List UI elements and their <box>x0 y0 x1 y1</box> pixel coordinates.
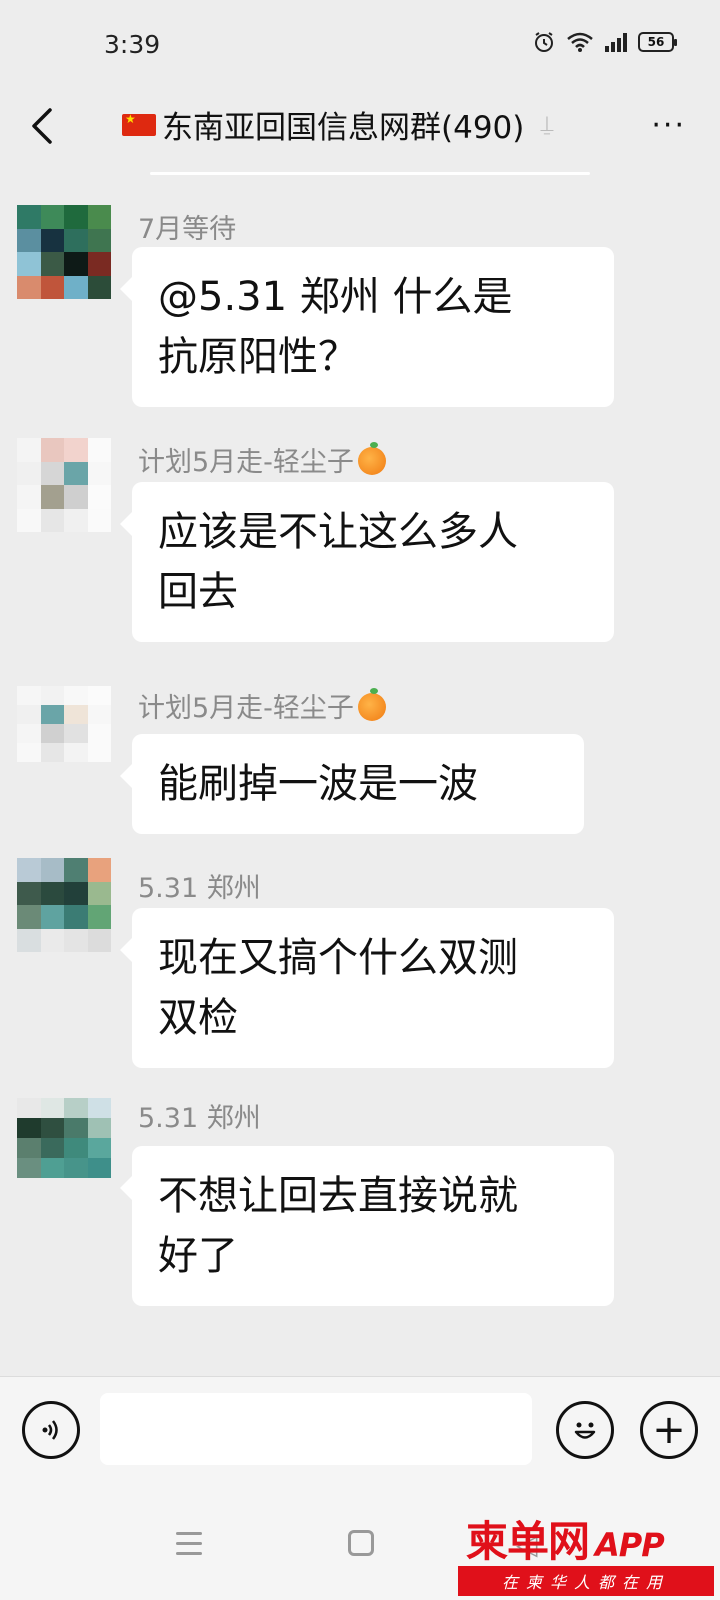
message-bubble[interactable]: 应该是不让这么多人 回去 <box>120 482 614 642</box>
plus-button[interactable]: + <box>640 1401 698 1459</box>
avatar[interactable] <box>17 686 111 762</box>
sender-name: 计划5月走-轻尘子 <box>138 440 386 479</box>
message-input[interactable] <box>100 1393 532 1465</box>
avatar[interactable] <box>17 1098 111 1178</box>
message-bubble[interactable]: 不想让回去直接说就 好了 <box>120 1146 614 1306</box>
chat-header: 东南亚回国信息网群(490) ⍊ ··· <box>0 90 720 176</box>
chat-title-text: 东南亚回国信息网群(490) <box>162 110 525 146</box>
emoji-button[interactable] <box>556 1401 614 1459</box>
wifi-icon <box>567 32 593 52</box>
more-button[interactable]: ··· <box>651 108 686 143</box>
watermark-slogan: 在柬华人都在用 <box>458 1566 714 1596</box>
message-line: 应该是不让这么多人 <box>158 509 518 555</box>
watermark-app: APP <box>595 1526 665 1564</box>
back-arrow-icon <box>32 108 52 144</box>
message-line: 能刷掉一波是一波 <box>158 761 478 807</box>
avatar[interactable] <box>17 205 111 299</box>
flag-icon <box>122 112 156 136</box>
orange-icon <box>357 442 386 475</box>
message-line: @5.31 郑州 什么是 <box>158 274 513 320</box>
message-bubble[interactable]: 能刷掉一波是一波 <box>120 734 584 834</box>
back-button[interactable] <box>24 102 64 150</box>
voice-button[interactable] <box>22 1401 80 1459</box>
message-line: 不想让回去直接说就 <box>158 1173 518 1219</box>
battery-indicator: 56 <box>638 32 677 52</box>
message-line: 回去 <box>158 569 238 615</box>
message-line: 好了 <box>158 1233 238 1279</box>
alarm-icon <box>535 32 553 52</box>
avatar[interactable] <box>17 858 111 952</box>
sender-name: 5.31 郑州 <box>138 873 261 904</box>
watermark-main-text: 柬单网 <box>466 1517 590 1566</box>
sender-name: 7月等待 <box>138 214 237 245</box>
sender-name-text: 计划5月走-轻尘子 <box>138 693 354 724</box>
message-line: 双检 <box>158 995 238 1041</box>
mute-icon: ⍊ <box>540 112 554 137</box>
nav-menu-button[interactable] <box>176 1532 202 1562</box>
sender-name: 5.31 郑州 <box>138 1103 261 1134</box>
watermark-logo: 柬单网 APP 在柬华人都在用 <box>458 1508 720 1600</box>
header-divider <box>150 172 590 175</box>
plus-icon: + <box>652 1407 686 1453</box>
emoji-icon <box>574 1422 596 1439</box>
nav-home-button[interactable] <box>348 1530 374 1556</box>
input-bar: + <box>0 1376 720 1496</box>
signal-icon <box>605 33 627 52</box>
message-line: 现在又搞个什么双测 <box>158 935 518 981</box>
orange-icon <box>357 688 386 721</box>
avatar[interactable] <box>17 438 111 532</box>
sender-name-text: 计划5月走-轻尘子 <box>138 447 354 478</box>
message-bubble[interactable]: 现在又搞个什么双测 双检 <box>120 908 614 1068</box>
message-bubble[interactable]: @5.31 郑州 什么是 抗原阳性？ <box>120 247 614 407</box>
chat-title: 东南亚回国信息网群(490) ⍊ <box>122 102 554 147</box>
voice-icon <box>42 1420 58 1440</box>
status-bar: 3:39 56 <box>0 0 720 90</box>
message-line: 抗原阳性？ <box>158 334 358 380</box>
status-time: 3:39 <box>104 30 161 59</box>
watermark-main: 柬单网 APP <box>466 1508 665 1569</box>
status-icons: 56 <box>532 30 677 54</box>
sender-name: 计划5月走-轻尘子 <box>138 686 386 725</box>
